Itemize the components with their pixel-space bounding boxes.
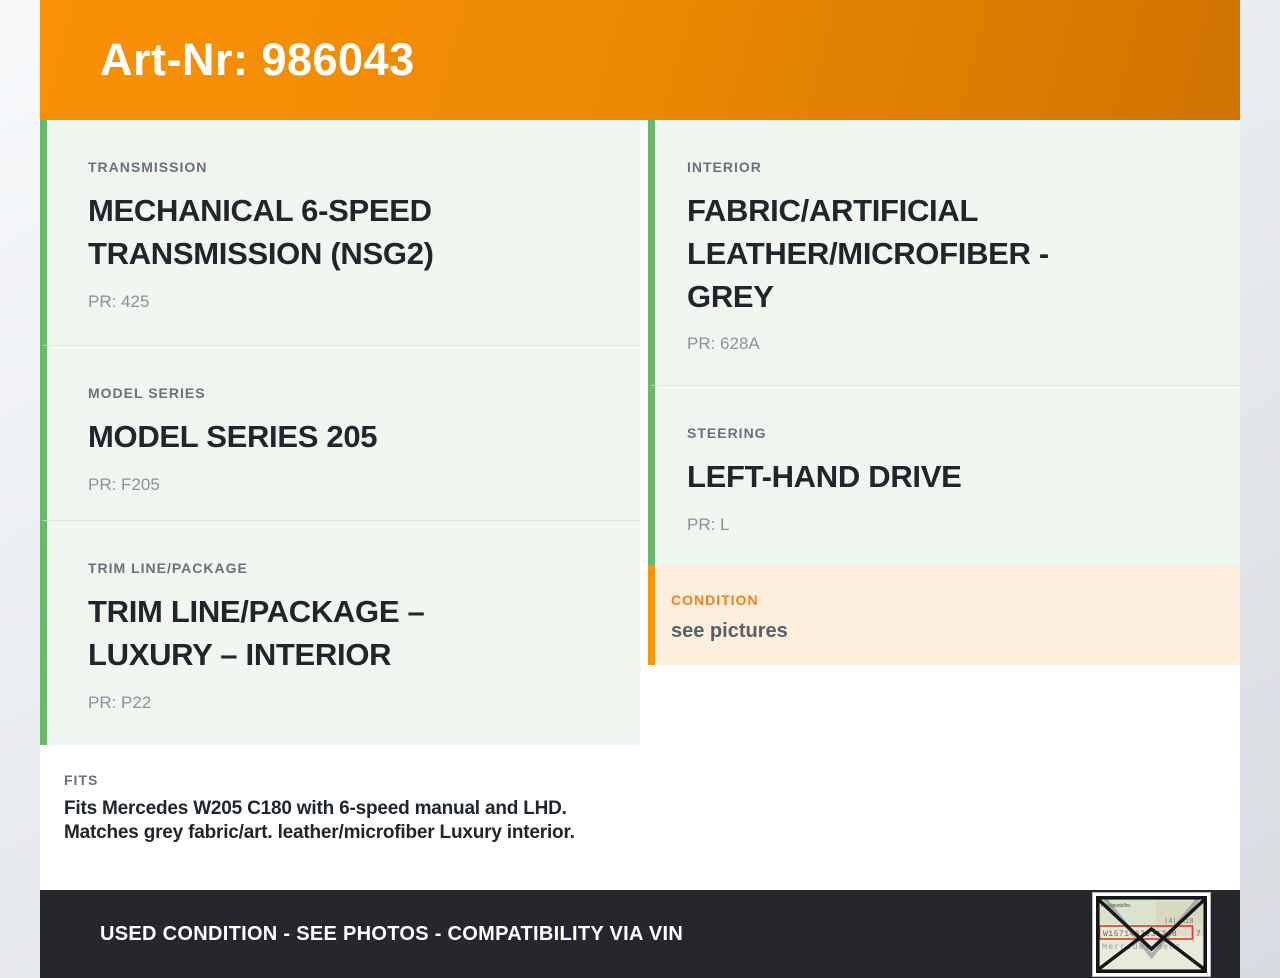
vin-plate-image: Fahrgestellnr. |4| Ai8 W1571463J31248 7 … [1096,896,1207,973]
vin-plate-thumbnail[interactable]: Fahrgestellnr. |4| Ai8 W1571463J31248 7 … [1093,893,1210,976]
spec-value: MODEL SERIES 205 [88,419,378,454]
article-number-title: Art-Nr: 986043 [100,34,415,85]
spec-grid: TRANSMISSION MECHANICAL 6-SPEED TRANSMIS… [40,120,1240,890]
spec-pr-code: PR: P22 [88,692,152,712]
spec-label: TRIM LINE/PACKAGE [88,560,248,576]
fits-description: Fits Mercedes W205 C180 with 6-speed man… [64,798,575,843]
spec-label: STEERING [687,425,767,441]
condition-value: see pictures [671,620,788,642]
spec-label: TRANSMISSION [88,159,208,175]
fits-card: FITS Fits Mercedes W205 C180 with 6-spee… [40,745,640,890]
right-column-filler [648,665,1240,890]
spec-card-trim-line: TRIM LINE/PACKAGE TRIM LINE/PACKAGE – LU… [40,520,640,745]
right-column: INTERIOR FABRIC/ARTIFICIAL LEATHER/MICRO… [648,120,1240,890]
footer-notice: USED CONDITION - SEE PHOTOS - COMPATIBIL… [100,922,684,945]
spec-value: TRIM LINE/PACKAGE – LUXURY – INTERIOR [88,594,425,672]
spec-pr-code: PR: L [687,514,730,534]
spec-value: FABRIC/ARTIFICIAL LEATHER/MICROFIBER - G… [687,193,1049,314]
spec-card-model-series: MODEL SERIES MODEL SERIES 205 PR: F205 [40,345,640,520]
left-column: TRANSMISSION MECHANICAL 6-SPEED TRANSMIS… [40,120,640,890]
spec-label: INTERIOR [687,159,762,175]
footer-bar: USED CONDITION - SEE PHOTOS - COMPATIBIL… [40,890,1240,978]
spec-value: MECHANICAL 6-SPEED TRANSMISSION (NSG2) [88,193,434,271]
spec-pr-code: PR: F205 [88,474,160,494]
listing-page: Art-Nr: 986043 TRANSMISSION MECHANICAL 6… [40,0,1240,978]
spec-pr-code: PR: 628A [687,334,760,354]
spec-pr-code: PR: 425 [88,291,150,311]
condition-card: CONDITION see pictures [648,565,1240,665]
header-banner: Art-Nr: 986043 [40,0,1240,120]
fits-label: FITS [64,772,99,788]
spec-card-steering: STEERING LEFT-HAND DRIVE PR: L [648,385,1240,565]
spec-value: LEFT-HAND DRIVE [687,459,962,494]
spec-label: MODEL SERIES [88,385,206,401]
condition-label: CONDITION [671,592,759,608]
spec-card-transmission: TRANSMISSION MECHANICAL 6-SPEED TRANSMIS… [40,120,640,345]
spec-card-interior: INTERIOR FABRIC/ARTIFICIAL LEATHER/MICRO… [648,120,1240,385]
vin-suffix: 7 [1196,930,1201,939]
